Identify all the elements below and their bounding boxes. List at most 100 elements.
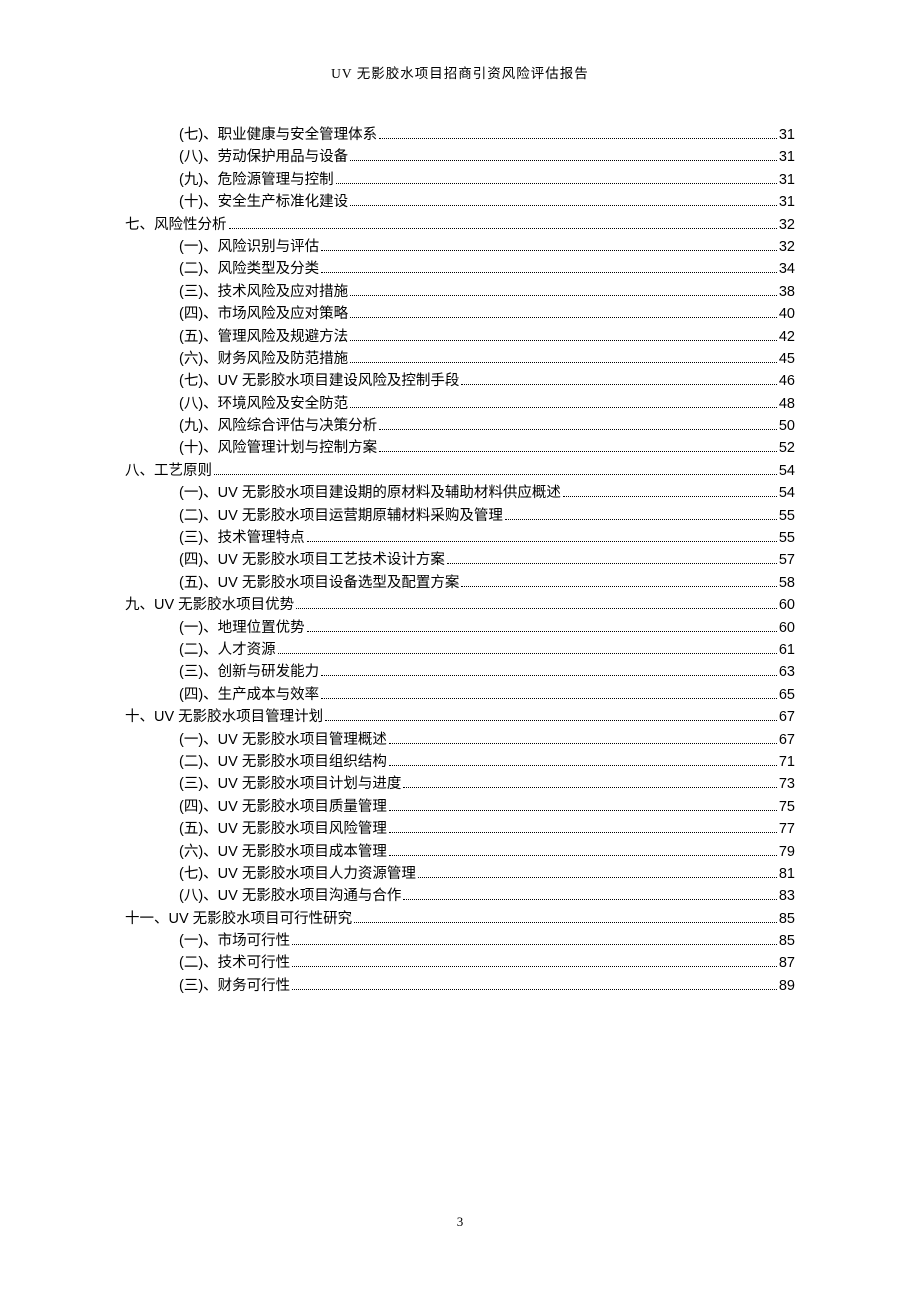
toc-row: 八、工艺原则54 xyxy=(125,464,795,479)
toc-row: (四)、UV 无影胶水项目质量管理75 xyxy=(125,800,795,815)
toc-entry-page: 60 xyxy=(779,621,795,636)
toc-entry-label: (七)、UV 无影胶水项目建设风险及控制手段 xyxy=(179,374,459,389)
toc-entry-label: (三)、财务可行性 xyxy=(179,979,290,994)
toc-entry-page: 32 xyxy=(779,218,795,233)
toc-entry-page: 34 xyxy=(779,262,795,277)
toc-leader-dots xyxy=(350,196,777,206)
toc-entry-page: 31 xyxy=(779,173,795,188)
toc-row: 十、UV 无影胶水项目管理计划 67 xyxy=(125,710,795,725)
toc-entry-label: (四)、市场风险及应对策略 xyxy=(179,307,348,322)
toc-row: (九)、风险综合评估与决策分析50 xyxy=(125,419,795,434)
toc-row: (二)、风险类型及分类 34 xyxy=(125,262,795,277)
toc-entry-page: 48 xyxy=(779,397,795,412)
toc-leader-dots xyxy=(389,823,777,833)
toc-entry-page: 73 xyxy=(779,777,795,792)
toc-entry-page: 42 xyxy=(779,330,795,345)
toc-entry-label: (四)、生产成本与效率 xyxy=(179,688,319,703)
toc-entry-label: (一)、市场可行性 xyxy=(179,934,290,949)
toc-entry-label: (二)、UV 无影胶水项目运营期原辅材料采购及管理 xyxy=(179,509,503,524)
toc-entry-label: (四)、UV 无影胶水项目工艺技术设计方案 xyxy=(179,553,445,568)
toc-leader-dots xyxy=(350,308,777,318)
toc-entry-page: 31 xyxy=(779,195,795,210)
toc-entry-page: 31 xyxy=(779,128,795,143)
toc-row: (五)、管理风险及规避方法 42 xyxy=(125,330,795,345)
toc-entry-label: (五)、UV 无影胶水项目设备选型及配置方案 xyxy=(179,576,459,591)
toc-row: (二)、UV 无影胶水项目组织结构 71 xyxy=(125,755,795,770)
toc-leader-dots xyxy=(292,958,777,968)
toc-entry-page: 77 xyxy=(779,822,795,837)
toc-entry-page: 65 xyxy=(779,688,795,703)
page-number: 3 xyxy=(0,1214,920,1230)
toc-leader-dots xyxy=(321,689,777,699)
toc-row: (六)、UV 无影胶水项目成本管理79 xyxy=(125,845,795,860)
toc-entry-label: (二)、UV 无影胶水项目组织结构 xyxy=(179,755,387,770)
toc-entry-label: (八)、环境风险及安全防范 xyxy=(179,397,348,412)
toc-row: (四)、市场风险及应对策略 40 xyxy=(125,307,795,322)
toc-entry-page: 32 xyxy=(779,240,795,255)
toc-entry-label: (三)、UV 无影胶水项目计划与进度 xyxy=(179,777,401,792)
toc-leader-dots xyxy=(325,711,777,721)
toc-entry-label: 十一、UV 无影胶水项目可行性研究 xyxy=(125,912,352,927)
toc-entry-label: (八)、劳动保护用品与设备 xyxy=(179,150,348,165)
toc-leader-dots xyxy=(389,846,777,856)
toc-entry-label: 九、UV 无影胶水项目优势 xyxy=(125,598,294,613)
toc-entry-label: (六)、财务风险及防范措施 xyxy=(179,352,348,367)
toc-leader-dots xyxy=(403,779,777,789)
toc-entry-label: (九)、危险源管理与控制 xyxy=(179,173,334,188)
toc-entry-label: (十)、风险管理计划与控制方案 xyxy=(179,441,377,456)
toc-entry-label: (五)、管理风险及规避方法 xyxy=(179,330,348,345)
toc-row: (二)、UV 无影胶水项目运营期原辅材料采购及管理55 xyxy=(125,509,795,524)
toc-entry-page: 71 xyxy=(779,755,795,770)
toc-row: (二)、技术可行性87 xyxy=(125,956,795,971)
toc-row: (七)、UV 无影胶水项目人力资源管理81 xyxy=(125,867,795,882)
toc-row: (一)、市场可行性 85 xyxy=(125,934,795,949)
toc-entry-label: 七、风险性分析 xyxy=(125,218,227,233)
toc-row: (四)、生产成本与效率 65 xyxy=(125,688,795,703)
toc-leader-dots xyxy=(403,891,777,901)
toc-leader-dots xyxy=(563,488,777,498)
toc-entry-label: (二)、风险类型及分类 xyxy=(179,262,319,277)
toc-entry-label: (一)、地理位置优势 xyxy=(179,621,305,636)
toc-entry-label: (五)、UV 无影胶水项目风险管理 xyxy=(179,822,387,837)
toc-entry-label: (三)、创新与研发能力 xyxy=(179,665,319,680)
toc-entry-page: 67 xyxy=(779,710,795,725)
toc-entry-page: 79 xyxy=(779,845,795,860)
toc-row: 七、风险性分析 32 xyxy=(125,218,795,233)
toc-row: (三)、UV 无影胶水项目计划与进度 73 xyxy=(125,777,795,792)
toc-leader-dots xyxy=(214,465,777,475)
toc-row: 九、UV 无影胶水项目优势60 xyxy=(125,598,795,613)
toc-row: (三)、技术管理特点55 xyxy=(125,531,795,546)
toc-leader-dots xyxy=(379,420,777,430)
toc-leader-dots xyxy=(307,622,777,632)
toc-entry-label: (二)、技术可行性 xyxy=(179,956,290,971)
toc-row: (五)、UV 无影胶水项目风险管理 77 xyxy=(125,822,795,837)
toc-entry-label: (三)、技术管理特点 xyxy=(179,531,305,546)
toc-leader-dots xyxy=(389,734,777,744)
toc-entry-page: 83 xyxy=(779,889,795,904)
toc-leader-dots xyxy=(292,980,777,990)
toc-entry-label: (三)、技术风险及应对措施 xyxy=(179,285,348,300)
toc-row: (三)、财务可行性 89 xyxy=(125,979,795,994)
toc-leader-dots xyxy=(321,264,777,274)
toc-entry-page: 40 xyxy=(779,307,795,322)
toc-row: (一)、风险识别与评估32 xyxy=(125,240,795,255)
toc-entry-page: 89 xyxy=(779,979,795,994)
toc-entry-label: (九)、风险综合评估与决策分析 xyxy=(179,419,377,434)
toc-row: (十)、风险管理计划与控制方案52 xyxy=(125,441,795,456)
toc-entry-label: (八)、UV 无影胶水项目沟通与合作 xyxy=(179,889,401,904)
toc-entry-page: 85 xyxy=(779,934,795,949)
toc-row: (十)、安全生产标准化建设31 xyxy=(125,195,795,210)
toc-entry-page: 81 xyxy=(779,867,795,882)
toc-leader-dots xyxy=(350,398,777,408)
toc-row: (五)、UV 无影胶水项目设备选型及配置方案58 xyxy=(125,576,795,591)
toc-row: (二)、人才资源61 xyxy=(125,643,795,658)
toc-leader-dots xyxy=(389,756,777,766)
toc-entry-page: 61 xyxy=(779,643,795,658)
toc-row: (一)、UV 无影胶水项目管理概述67 xyxy=(125,733,795,748)
toc-leader-dots xyxy=(296,600,777,610)
toc-row: (一)、地理位置优势 60 xyxy=(125,621,795,636)
toc-leader-dots xyxy=(336,174,777,184)
toc-entry-page: 38 xyxy=(779,285,795,300)
toc-entry-label: 十、UV 无影胶水项目管理计划 xyxy=(125,710,323,725)
toc-entry-page: 63 xyxy=(779,665,795,680)
